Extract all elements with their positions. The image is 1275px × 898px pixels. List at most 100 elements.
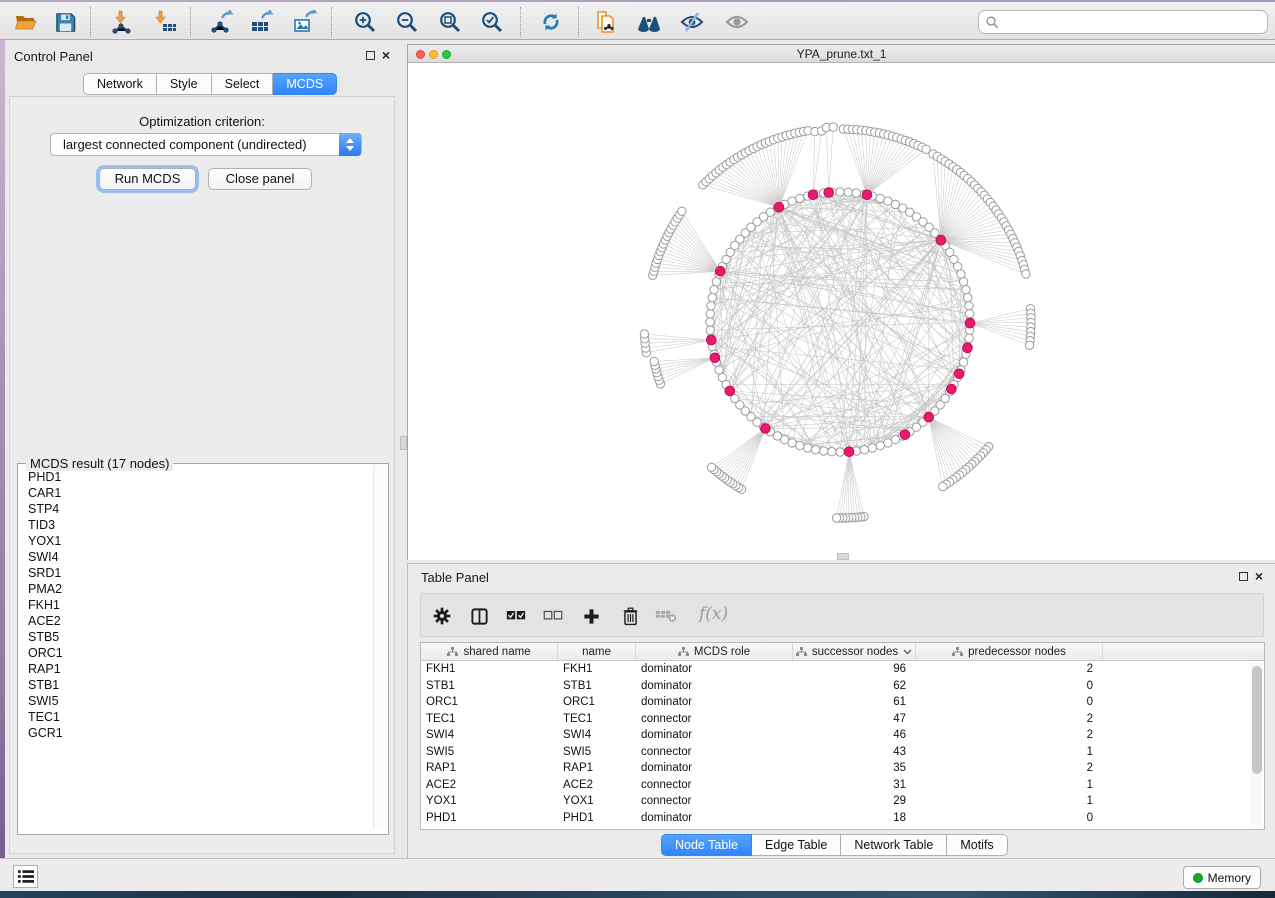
zoom-selected-button[interactable] [479,9,505,35]
cell-successor-nodes: 29 [793,793,916,810]
mcds-result-item[interactable]: FKH1 [19,597,374,613]
mcds-result-item[interactable]: TID3 [19,517,374,533]
tab-node-table[interactable]: Node Table [661,834,752,856]
mcds-result-item[interactable]: RAP1 [19,661,374,677]
select-all-columns-button[interactable] [503,603,529,629]
table-scrollbar[interactable] [1250,663,1263,828]
float-panel-icon[interactable] [1239,572,1248,581]
cell-MCDS-role: connector [636,793,793,810]
mcds-result-item[interactable]: ORC1 [19,645,374,661]
network-view-window: YPA_prune.txt_1 [407,44,1275,560]
table-panel: Table Panel × [407,563,1275,858]
mcds-result-item[interactable]: ACE2 [19,613,374,629]
main-toolbar [0,2,1275,40]
zoom-out-button[interactable] [394,9,420,35]
close-panel-button[interactable]: Close panel [208,168,312,190]
table-row[interactable]: PHD1PHD1dominator180 [421,810,1264,827]
splitter-grip[interactable] [400,436,407,450]
tab-network[interactable]: Network [83,73,157,95]
tab-select[interactable]: Select [212,73,274,95]
column-header-successor-nodes[interactable]: successor nodes [793,643,916,660]
hide-selected-button[interactable] [679,9,705,35]
mcds-result-scrollbar[interactable] [373,465,387,829]
function-builder-button[interactable]: f(x) [699,604,743,624]
close-panel-icon[interactable]: × [1255,571,1263,581]
table-row[interactable]: RAP1RAP1dominator352 [421,760,1264,777]
tab-edge-table[interactable]: Edge Table [752,834,841,856]
mcds-result-item[interactable]: PHD1 [19,469,374,485]
table-row[interactable]: ORC1ORC1dominator610 [421,694,1264,711]
mcds-result-item[interactable]: YOX1 [19,533,374,549]
column-header-shared-name[interactable]: shared name [421,643,558,660]
clone-network-button[interactable] [593,9,619,35]
show-all-button[interactable] [724,9,750,35]
mcds-result-item[interactable]: SRD1 [19,565,374,581]
tab-motifs[interactable]: Motifs [947,834,1007,856]
delete-column-button[interactable] [617,603,643,629]
zoom-in-button[interactable] [352,9,378,35]
mcds-result-item[interactable]: PMA2 [19,581,374,597]
tab-network-table[interactable]: Network Table [841,834,947,856]
import-table-icon [153,10,177,34]
tab-style[interactable]: Style [157,73,212,95]
zoom-fit-button[interactable] [437,9,463,35]
float-panel-icon[interactable] [366,51,375,60]
close-panel-icon[interactable]: × [382,50,390,60]
export-network-button[interactable] [209,9,235,35]
mcds-result-list[interactable]: PHD1CAR1STP4TID3YOX1SWI4SRD1PMA2FKH1ACE2… [19,469,374,829]
sort-desc-icon [903,649,912,655]
column-header-MCDS-role[interactable]: MCDS role [636,643,793,660]
show-columns-button[interactable] [466,603,492,629]
mcds-result-item[interactable]: STP4 [19,501,374,517]
mcds-result-item[interactable]: STB5 [19,629,374,645]
cell-MCDS-role: dominator [636,727,793,744]
search-input[interactable] [1005,12,1263,32]
export-table-button[interactable] [249,9,275,35]
column-label: successor nodes [812,646,898,658]
table-row[interactable]: ACE2ACE2connector311 [421,777,1264,794]
mcds-result-item[interactable]: TEC1 [19,709,374,725]
mcds-result-item[interactable]: CAR1 [19,485,374,501]
open-session-button[interactable] [13,9,39,35]
tab-mcds[interactable]: MCDS [273,73,337,95]
table-row[interactable]: SWI5SWI5connector431 [421,744,1264,761]
import-network-icon [110,10,134,34]
table-row[interactable]: YOX1YOX1connector291 [421,793,1264,810]
network-window-titlebar[interactable]: YPA_prune.txt_1 [408,45,1275,63]
memory-button[interactable]: Memory [1183,866,1261,889]
import-table-button[interactable] [152,9,178,35]
cell-name: PHD1 [558,810,636,827]
export-image-button[interactable] [292,9,318,35]
canvas-splitter-grip[interactable] [837,553,849,560]
create-column-button[interactable] [578,603,604,629]
panel-splitter[interactable] [400,40,407,858]
column-header-predecessor-nodes[interactable]: predecessor nodes [916,643,1103,660]
session-list-button[interactable] [13,865,38,888]
delete-table-button[interactable] [653,603,679,629]
cell-predecessor-nodes: 0 [916,694,1103,711]
mcds-result-item[interactable]: SWI4 [19,549,374,565]
import-network-button[interactable] [109,9,135,35]
first-neighbors-button[interactable] [636,9,662,35]
mcds-result-item[interactable]: STB1 [19,677,374,693]
cell-shared-name: SWI4 [421,727,558,744]
dropdown-stepper-icon [339,133,361,156]
table-row[interactable]: TEC1TEC1connector472 [421,711,1264,728]
table-scrollbar-thumb[interactable] [1252,666,1262,774]
criterion-dropdown[interactable]: largest connected component (undirected) [50,133,362,156]
table-row[interactable]: SWI4SWI4dominator462 [421,727,1264,744]
table-row[interactable]: FKH1FKH1dominator962 [421,661,1264,678]
apply-layout-button[interactable] [538,9,564,35]
mcds-result-item[interactable]: SWI5 [19,693,374,709]
memory-status-icon [1193,873,1203,883]
table-row[interactable]: STB1STB1dominator620 [421,678,1264,695]
column-header-name[interactable]: name [558,643,636,660]
network-graph[interactable] [408,63,1275,561]
zoom-in-icon [353,10,377,34]
table-settings-button[interactable] [429,603,455,629]
unselect-all-columns-button[interactable] [540,603,566,629]
mcds-result-item[interactable]: GCR1 [19,725,374,741]
save-session-button[interactable] [52,9,78,35]
run-mcds-button[interactable]: Run MCDS [99,168,196,190]
search-icon [986,16,999,29]
